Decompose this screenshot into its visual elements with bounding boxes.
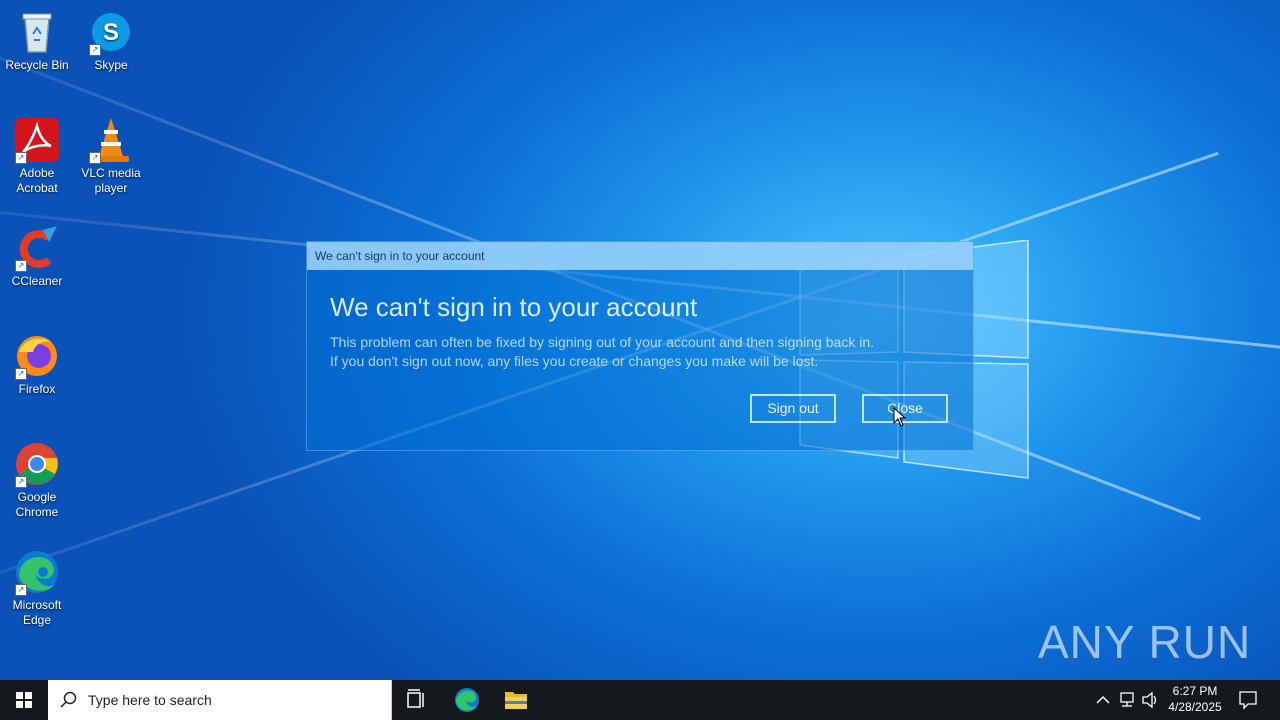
clock-time: 6:27 PM <box>1172 684 1218 698</box>
taskbar: Type here to search 6:27 PM 4/28/2025 <box>0 680 1280 720</box>
dialog-heading: We can't sign in to your account <box>330 292 698 322</box>
shortcut-arrow-icon: ↗ <box>89 44 101 56</box>
task-view-icon <box>407 689 424 708</box>
edge-icon: ↗ <box>13 548 61 596</box>
vlc-cone-icon: ↗ <box>87 116 135 164</box>
edge-icon <box>455 688 479 712</box>
dialog-message-line: This problem can often be fixed by signi… <box>330 334 875 350</box>
skype-icon: S ↗ <box>87 8 135 56</box>
ccleaner-icon: ↗ <box>13 224 61 272</box>
task-view-button[interactable] <box>392 680 440 720</box>
desktop-icon-skype[interactable]: S ↗ Skype <box>76 8 146 73</box>
dialog-titlebar: We can't sign in to your account <box>307 242 973 270</box>
desktop-icon-google-chrome[interactable]: ↗ Google Chrome <box>2 440 72 520</box>
clock-date: 4/28/2025 <box>1168 700 1222 714</box>
taskbar-clock[interactable]: 6:27 PM 4/28/2025 <box>1160 683 1230 715</box>
dialog-message: This problem can often be fixed by signi… <box>330 333 874 371</box>
dialog-message-line: If you don't sign out now, any files you… <box>330 353 819 369</box>
watermark: ANY RUN <box>1038 612 1251 672</box>
desktop: Recycle Bin S ↗ Skype ↗ Adobe Acrobat ↗ … <box>0 0 1280 680</box>
sign-in-error-dialog: We can't sign in to your account We can'… <box>306 241 974 451</box>
desktop-icon-ccleaner[interactable]: ↗ CCleaner <box>2 224 72 289</box>
desktop-icon-label: Firefox <box>18 382 56 396</box>
search-icon <box>60 691 77 708</box>
taskbar-search-box[interactable]: Type here to search <box>48 680 392 720</box>
desktop-icon-recycle-bin[interactable]: Recycle Bin <box>2 8 72 73</box>
desktop-icon-label: Skype <box>94 58 128 72</box>
shortcut-arrow-icon: ↗ <box>15 584 27 596</box>
watermark-text: ANY RUN <box>1038 616 1252 668</box>
taskbar-edge-button[interactable] <box>443 680 491 720</box>
recycle-bin-icon <box>13 8 61 56</box>
desktop-icon-label: Recycle Bin <box>5 58 69 72</box>
svg-text:S: S <box>103 19 119 46</box>
adobe-acrobat-icon: ↗ <box>13 116 61 164</box>
windows-start-icon <box>16 692 32 708</box>
desktop-icon-microsoft-edge[interactable]: ↗ Microsoft Edge <box>2 548 72 628</box>
taskbar-file-explorer-button[interactable] <box>492 680 540 720</box>
shortcut-arrow-icon: ↗ <box>15 368 27 380</box>
action-center-notification-icon[interactable] <box>1236 680 1260 720</box>
desktop-icon-label: Google Chrome <box>15 490 59 519</box>
folder-icon <box>505 692 527 709</box>
search-placeholder: Type here to search <box>88 692 212 708</box>
shortcut-arrow-icon: ↗ <box>89 152 101 164</box>
desktop-icon-label: VLC media player <box>81 166 141 195</box>
desktop-icon-label: Microsoft Edge <box>12 598 62 627</box>
chrome-icon: ↗ <box>13 440 61 488</box>
shortcut-arrow-icon: ↗ <box>15 260 27 272</box>
mouse-cursor-icon <box>893 407 907 427</box>
show-hidden-icons-chevron-icon[interactable] <box>1094 680 1112 720</box>
desktop-icon-label: CCleaner <box>11 274 63 288</box>
firefox-icon: ↗ <box>13 332 61 380</box>
network-icon[interactable] <box>1117 680 1137 720</box>
desktop-icon-vlc[interactable]: ↗ VLC media player <box>76 116 146 196</box>
desktop-icon-label: Adobe Acrobat <box>16 166 58 195</box>
sign-out-button[interactable]: Sign out <box>750 394 836 423</box>
desktop-icon-adobe-acrobat[interactable]: ↗ Adobe Acrobat <box>2 116 72 196</box>
start-button[interactable] <box>0 680 48 720</box>
desktop-icon-firefox[interactable]: ↗ Firefox <box>2 332 72 397</box>
shortcut-arrow-icon: ↗ <box>15 476 27 488</box>
volume-icon[interactable] <box>1140 680 1160 720</box>
shortcut-arrow-icon: ↗ <box>15 152 27 164</box>
